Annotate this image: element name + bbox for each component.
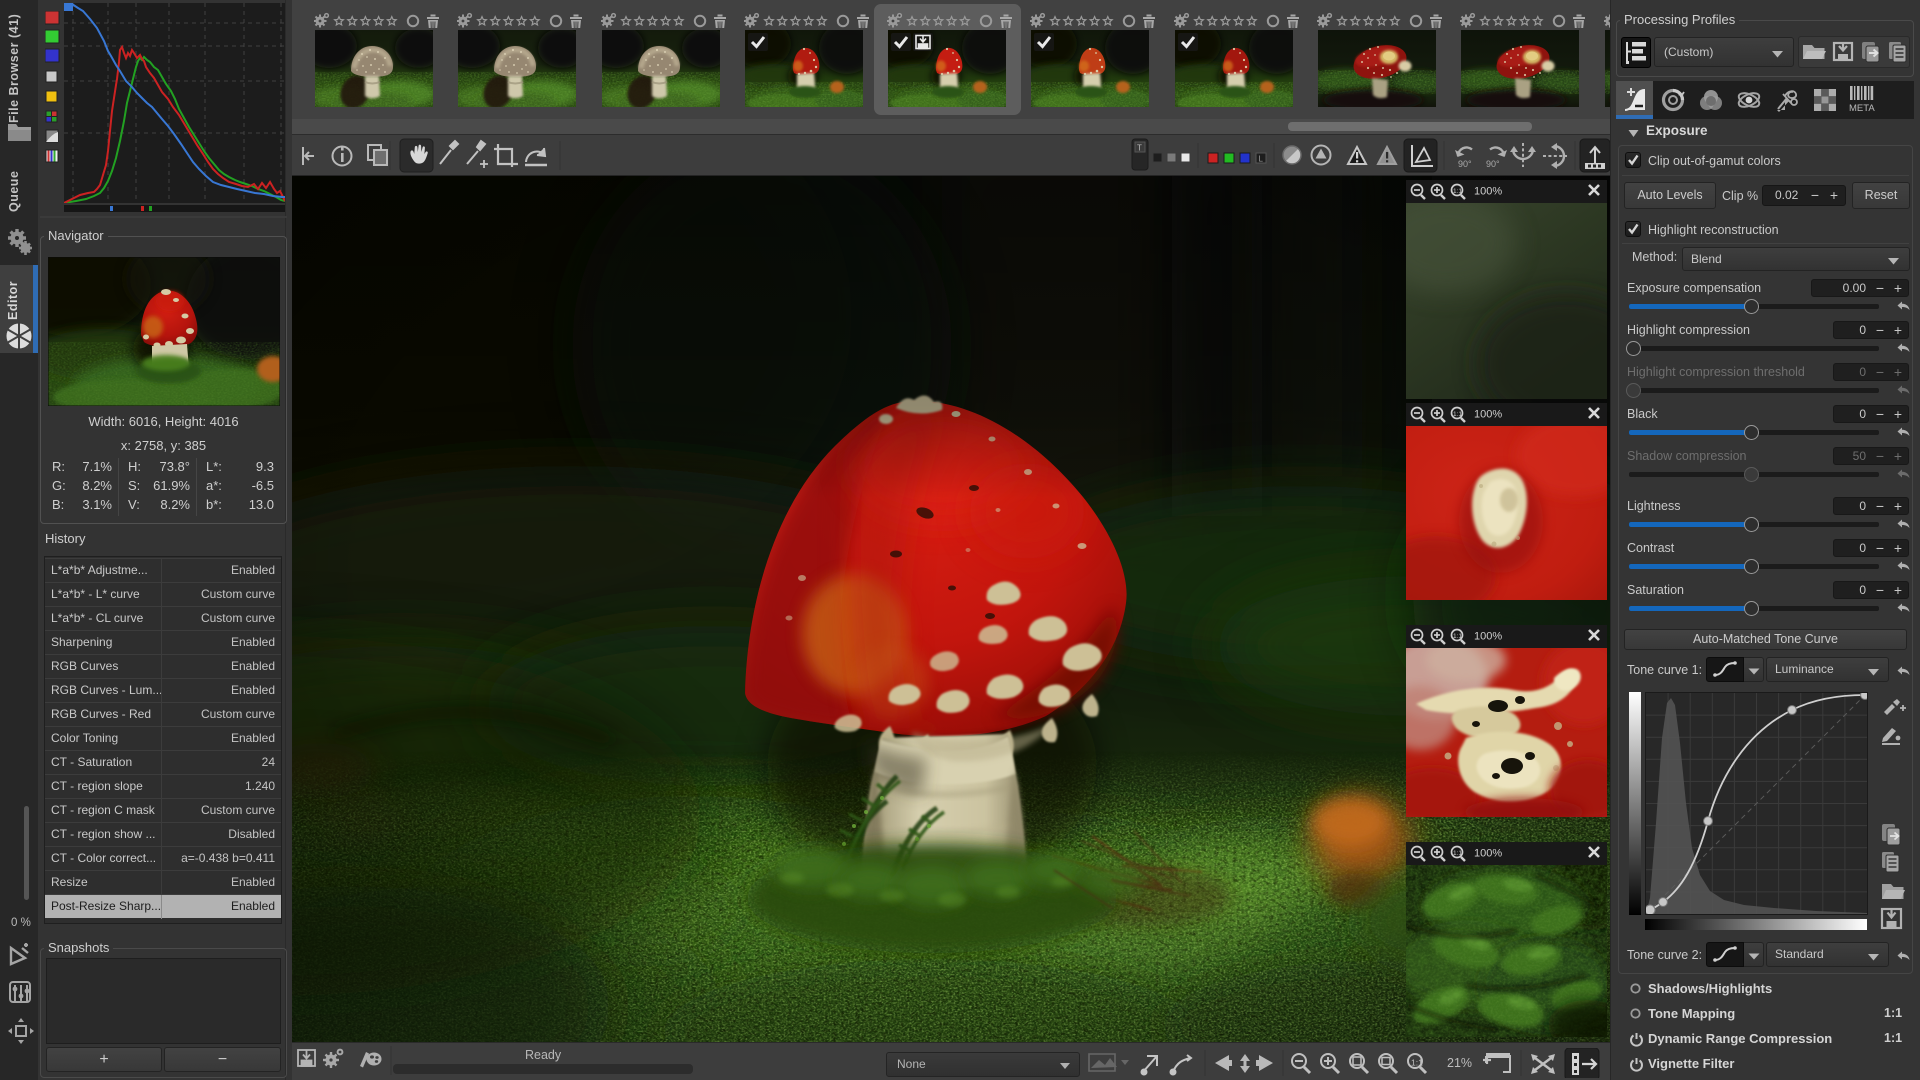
svg-text:1:1: 1:1: [1453, 633, 1462, 640]
svg-text:100%: 100%: [1474, 848, 1502, 860]
svg-text:100%: 100%: [1474, 409, 1502, 421]
svg-text:META: META: [1849, 103, 1875, 114]
svg-text:1:1: 1:1: [1453, 188, 1462, 195]
svg-text:1:1: 1:1: [1411, 1058, 1423, 1068]
svg-text:L: L: [1259, 155, 1264, 164]
svg-text:Ready: Ready: [525, 1048, 562, 1062]
svg-text:21%: 21%: [1447, 1056, 1472, 1070]
svg-text:90°: 90°: [1458, 159, 1472, 169]
svg-text:90°: 90°: [1486, 159, 1500, 169]
svg-text:1:1: 1:1: [1453, 411, 1462, 418]
svg-text:1:1: 1:1: [1453, 850, 1462, 857]
svg-text:100%: 100%: [1474, 186, 1502, 198]
svg-text:100%: 100%: [1474, 631, 1502, 643]
svg-text:T: T: [1137, 144, 1142, 153]
